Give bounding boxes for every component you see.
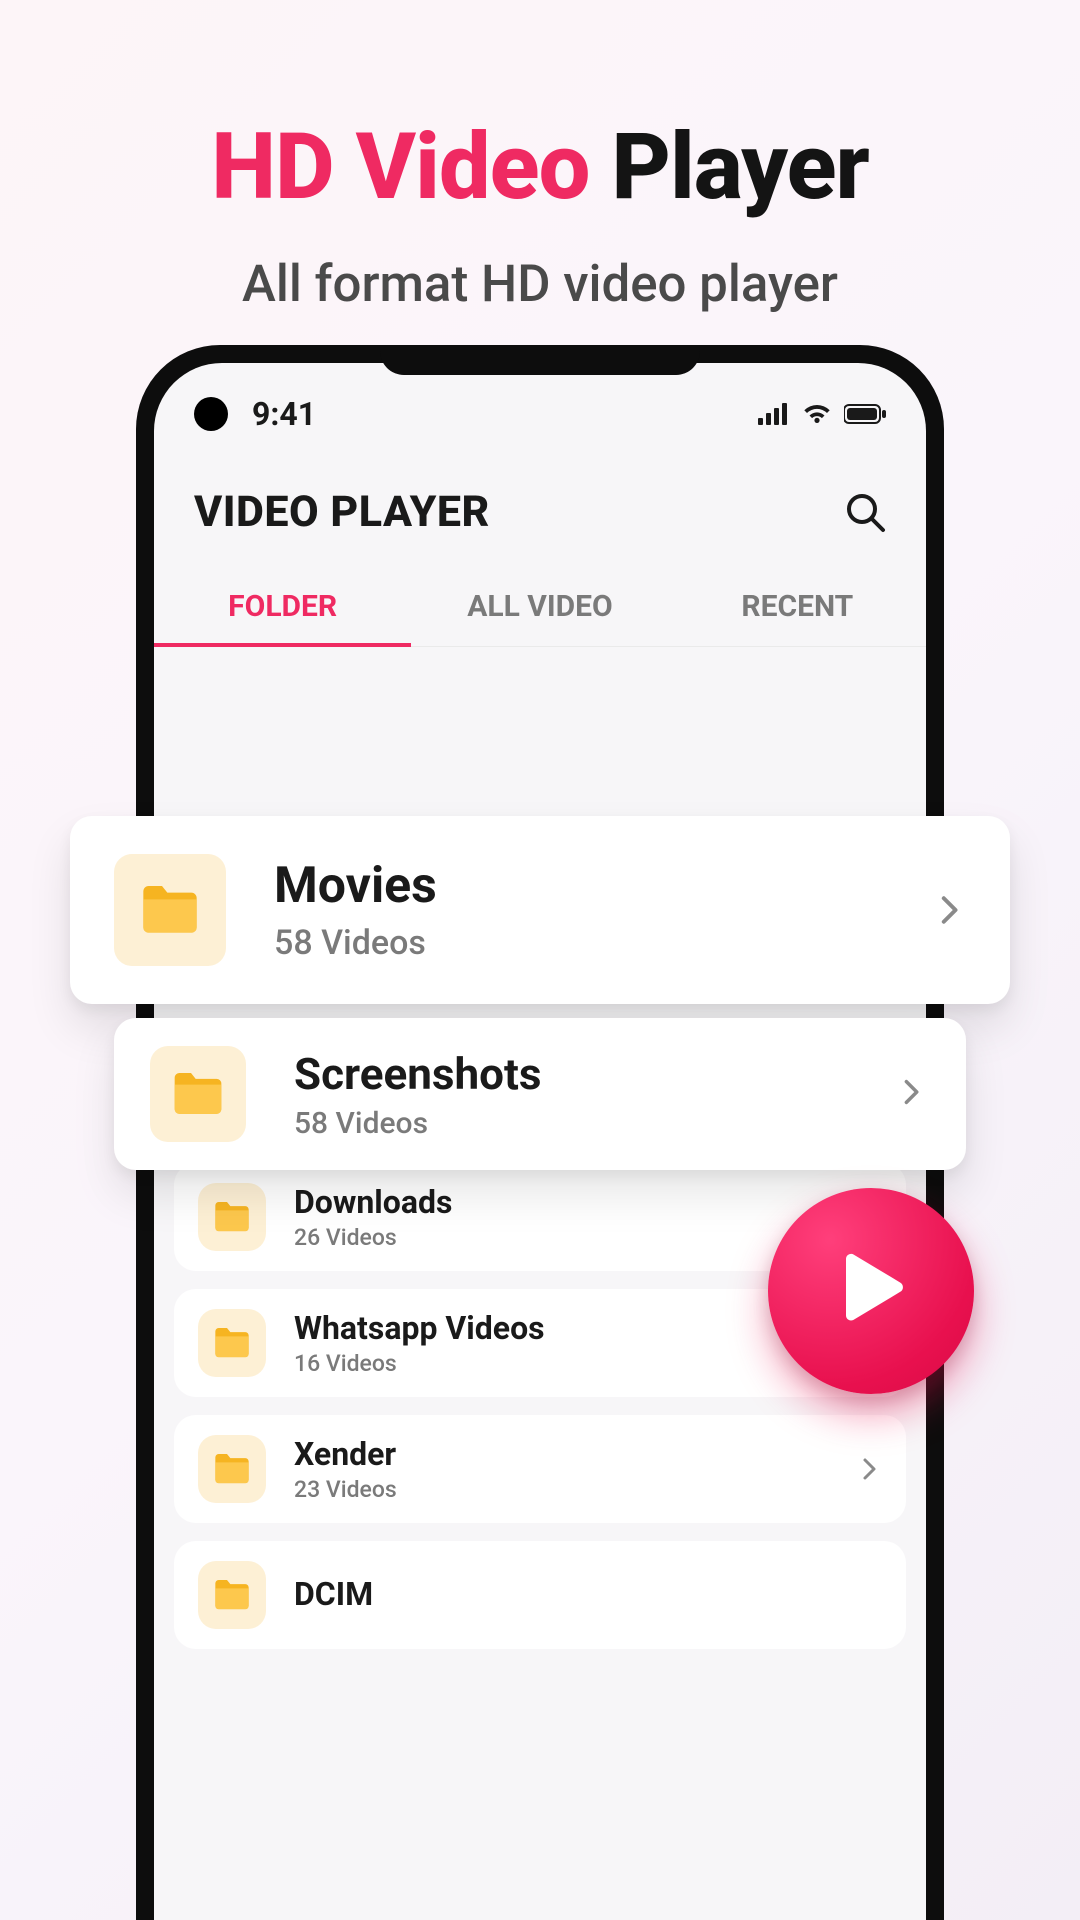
chevron-right-icon <box>856 1456 882 1482</box>
folder-subtitle: 26 Videos <box>294 1224 856 1251</box>
folder-item-screenshots[interactable]: Screenshots 58 Videos <box>114 1018 966 1170</box>
tab-all-video[interactable]: ALL VIDEO <box>411 589 668 646</box>
cellular-signal-icon <box>758 403 790 425</box>
folder-icon <box>198 1435 266 1503</box>
wifi-icon <box>802 403 832 425</box>
app-header: VIDEO PLAYER <box>154 453 926 561</box>
tab-label: FOLDER <box>228 589 337 624</box>
tab-recent[interactable]: RECENT <box>669 589 926 646</box>
status-bar: 9:41 <box>154 363 926 453</box>
folder-icon <box>198 1309 266 1377</box>
front-camera-dot <box>194 397 228 431</box>
chevron-right-icon <box>896 1077 930 1111</box>
play-fab[interactable] <box>768 1188 974 1394</box>
folder-subtitle: 58 Videos <box>274 923 932 963</box>
tab-label: ALL VIDEO <box>467 589 613 624</box>
folder-icon <box>198 1183 266 1251</box>
lifted-cards-group: Movies 58 Videos Screenshots 58 Videos <box>70 816 1010 1184</box>
app-title: VIDEO PLAYER <box>194 487 490 537</box>
tab-label: RECENT <box>741 589 853 624</box>
folder-title: DCIM <box>294 1575 882 1613</box>
folder-title: Movies <box>274 857 932 915</box>
battery-icon <box>844 404 886 424</box>
folder-subtitle: 58 Videos <box>294 1106 896 1141</box>
folder-title: Screenshots <box>294 1048 896 1100</box>
promo-headline-area: HD Video Player All format HD video play… <box>0 0 1080 314</box>
folder-title: Xender <box>294 1435 856 1473</box>
search-button[interactable] <box>844 491 886 533</box>
status-time: 9:41 <box>252 395 316 433</box>
folder-item-dcim[interactable]: DCIM <box>174 1541 906 1649</box>
folder-icon <box>150 1046 246 1142</box>
headline-black: Player <box>611 114 868 221</box>
folder-icon <box>114 854 226 966</box>
headline-pink: HD Video <box>211 114 589 221</box>
tabs-bar: FOLDER ALL VIDEO RECENT <box>154 561 926 647</box>
promo-headline: HD Video Player <box>0 120 1080 217</box>
folder-subtitle: 16 Videos <box>294 1350 856 1377</box>
chevron-right-icon <box>932 893 966 927</box>
promo-subhead: All format HD video player <box>0 255 1080 314</box>
phone-notch <box>380 345 700 375</box>
tab-folder[interactable]: FOLDER <box>154 589 411 646</box>
folder-item-movies[interactable]: Movies 58 Videos <box>70 816 1010 1004</box>
folder-title: Downloads <box>294 1183 856 1221</box>
folder-icon <box>198 1561 266 1629</box>
play-icon <box>838 1253 904 1329</box>
folder-subtitle: 23 Videos <box>294 1476 856 1503</box>
folder-item-xender[interactable]: Xender 23 Videos <box>174 1415 906 1523</box>
search-icon <box>844 491 886 533</box>
